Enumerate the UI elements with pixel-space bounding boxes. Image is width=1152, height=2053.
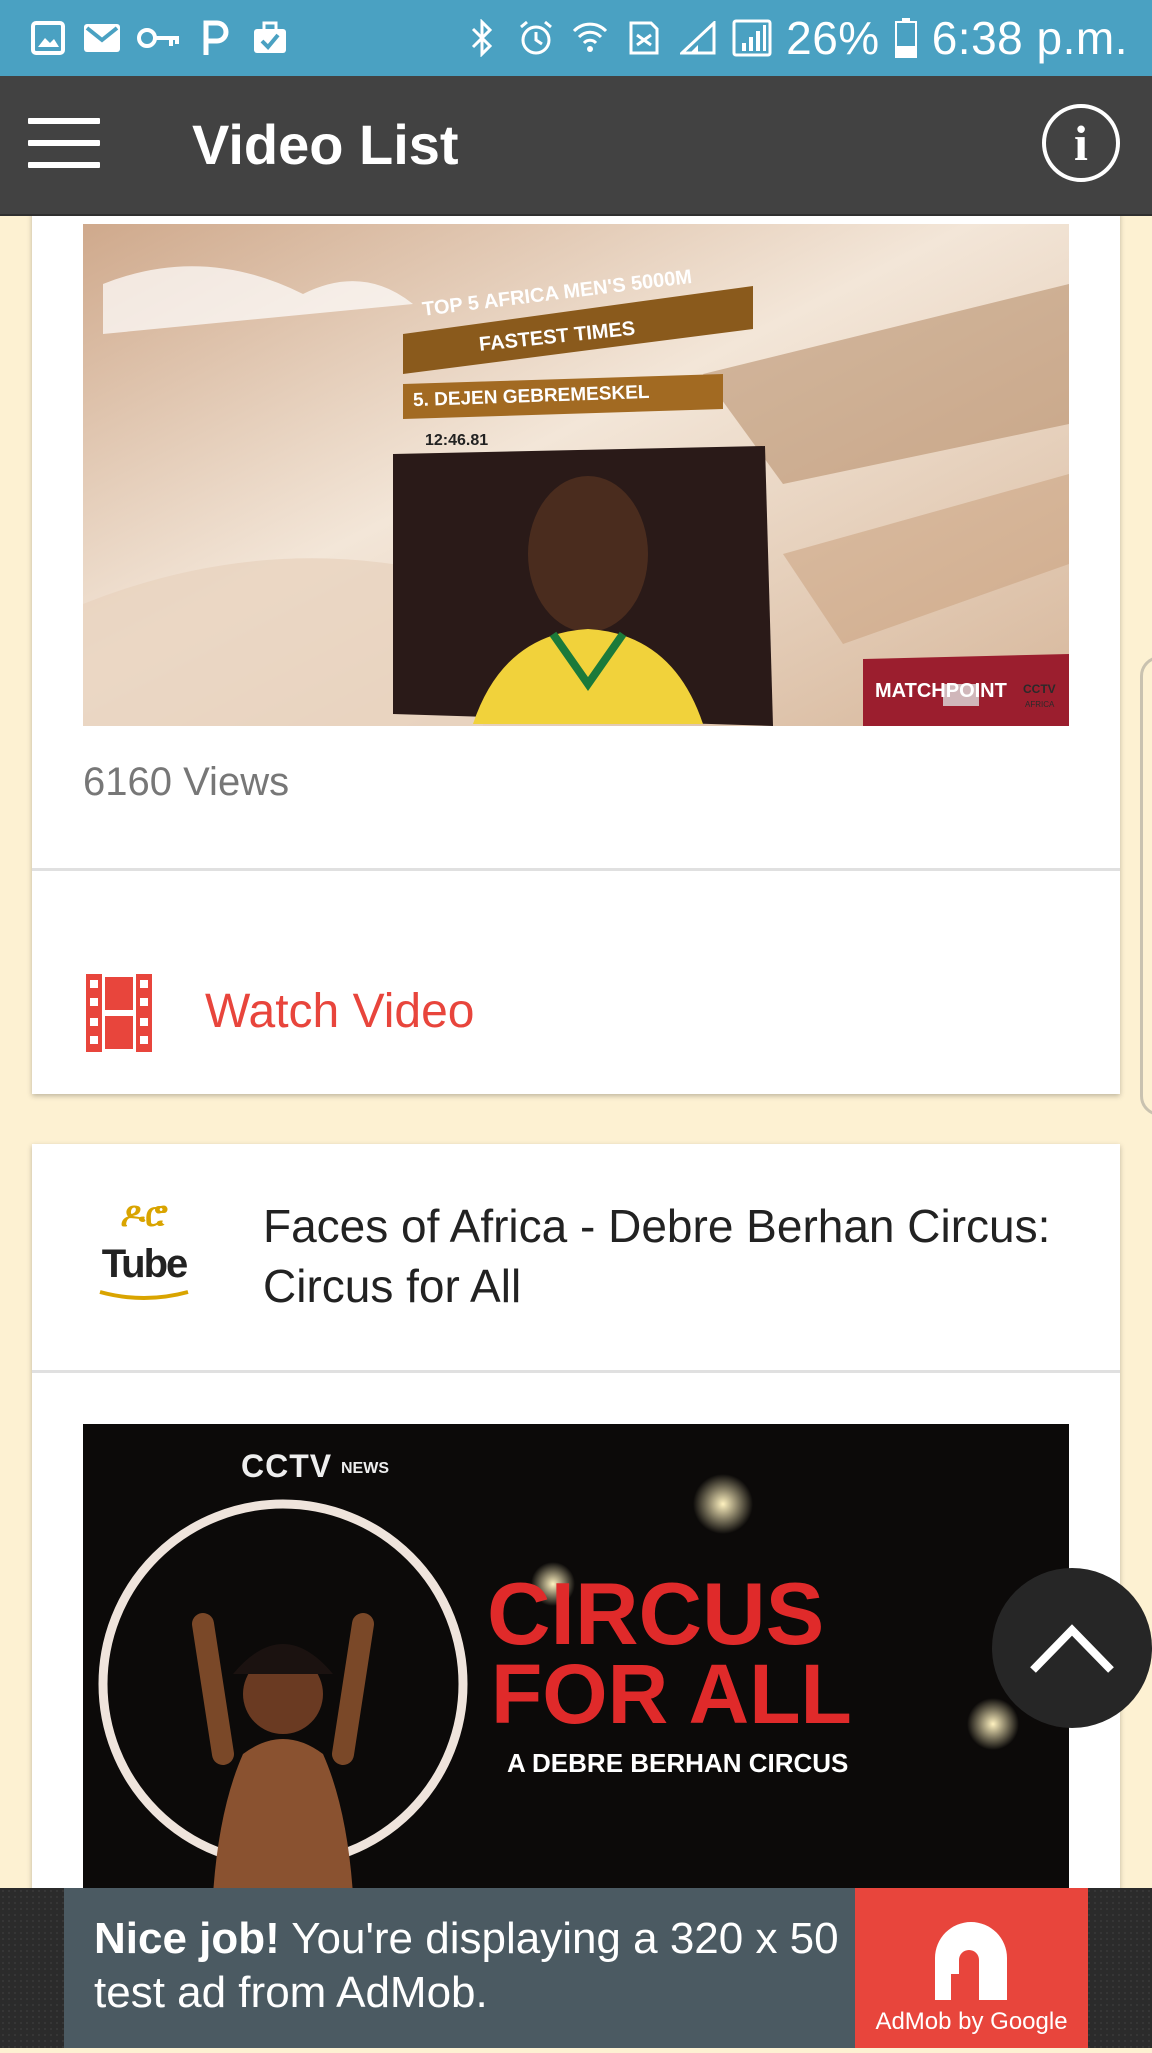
info-icon[interactable]: i (1042, 104, 1120, 182)
sim-icon (624, 18, 664, 58)
key-icon (136, 18, 182, 58)
card-divider (32, 868, 1120, 871)
ad-banner[interactable]: Nice job! You're displaying a 320 x 50 t… (0, 1888, 1152, 2048)
scroll-to-top-button[interactable] (992, 1568, 1152, 1728)
page-title: Video List (192, 113, 459, 176)
battery-percent: 26% (786, 12, 880, 64)
watch-video-label: Watch Video (205, 985, 475, 1038)
channel-logo-top: ዶሮ (120, 1196, 168, 1234)
alarm-icon (516, 18, 556, 58)
admob-logo: AdMob by Google (855, 1888, 1088, 2048)
battery-icon (894, 18, 918, 58)
logo-swoosh-icon (99, 1290, 189, 1300)
gmail-icon (82, 18, 122, 58)
bluetooth-icon (462, 18, 502, 58)
ad-text: Nice job! You're displaying a 320 x 50 t… (94, 1912, 894, 2020)
video-thumbnail[interactable]: TOP 5 AFRICA MEN'S 5000M FASTEST TIMES 5… (83, 224, 1069, 726)
status-bar-notifications (28, 18, 290, 58)
chevron-up-icon (1030, 1624, 1114, 1673)
thumb-time: 12:46.81 (425, 432, 489, 449)
status-bar: 26% 6:38 p.m. (0, 0, 1152, 76)
image-icon (28, 18, 68, 58)
scroll-edge-indicator (1140, 656, 1152, 1116)
thumb-badge: MATCHPOINT (875, 680, 1007, 702)
thumb-subhead: A DEBRE BERHAN CIRCUS (507, 1748, 849, 1778)
briefcase-check-icon (250, 18, 290, 58)
watch-video-button[interactable]: Watch Video (32, 930, 1120, 1094)
wifi-icon (570, 18, 610, 58)
channel-logo: ዶሮ Tube (96, 1196, 192, 1308)
thumb-headline-1: CIRCUS (487, 1564, 825, 1663)
video-thumbnail[interactable]: CCTV NEWS CIRCUS FOR ALL A DEBRE BERHAN … (83, 1424, 1069, 1888)
thumb-badge-sub: AFRICA (1025, 700, 1055, 709)
signal-icon (678, 18, 718, 58)
app-bar: Video List i (0, 76, 1152, 216)
card-divider (32, 1370, 1120, 1373)
hamburger-menu-icon[interactable] (28, 118, 100, 176)
admob-brand: AdMob by Google (875, 2008, 1068, 2035)
video-title[interactable]: Faces of Africa - Debre Berhan Circus: C… (263, 1196, 1063, 1316)
video-card: ዶሮ Tube Faces of Africa - Debre Berhan C… (32, 1144, 1120, 1888)
ad-content[interactable]: Nice job! You're displaying a 320 x 50 t… (64, 1888, 1088, 2048)
view-count: 6160 Views (83, 760, 290, 804)
film-strip-icon (86, 974, 152, 1052)
video-list[interactable]: TOP 5 AFRICA MEN'S 5000M FASTEST TIMES 5… (0, 216, 1152, 1888)
ad-text-bold: Nice job! (94, 1914, 280, 1963)
thumb-headline-2: FOR ALL (491, 1647, 852, 1741)
status-bar-system: 26% 6:38 p.m. (462, 11, 1128, 65)
signal-icon (732, 18, 772, 58)
thumb-network-logo: CCTV (241, 1448, 333, 1484)
p-icon (196, 18, 236, 58)
thumb-network-sub: NEWS (341, 1460, 389, 1477)
video-card: TOP 5 AFRICA MEN'S 5000M FASTEST TIMES 5… (32, 216, 1120, 1094)
thumb-badge-logo: CCTV (1023, 682, 1056, 696)
channel-logo-bottom: Tube (101, 1242, 189, 1286)
clock: 6:38 p.m. (931, 12, 1128, 64)
